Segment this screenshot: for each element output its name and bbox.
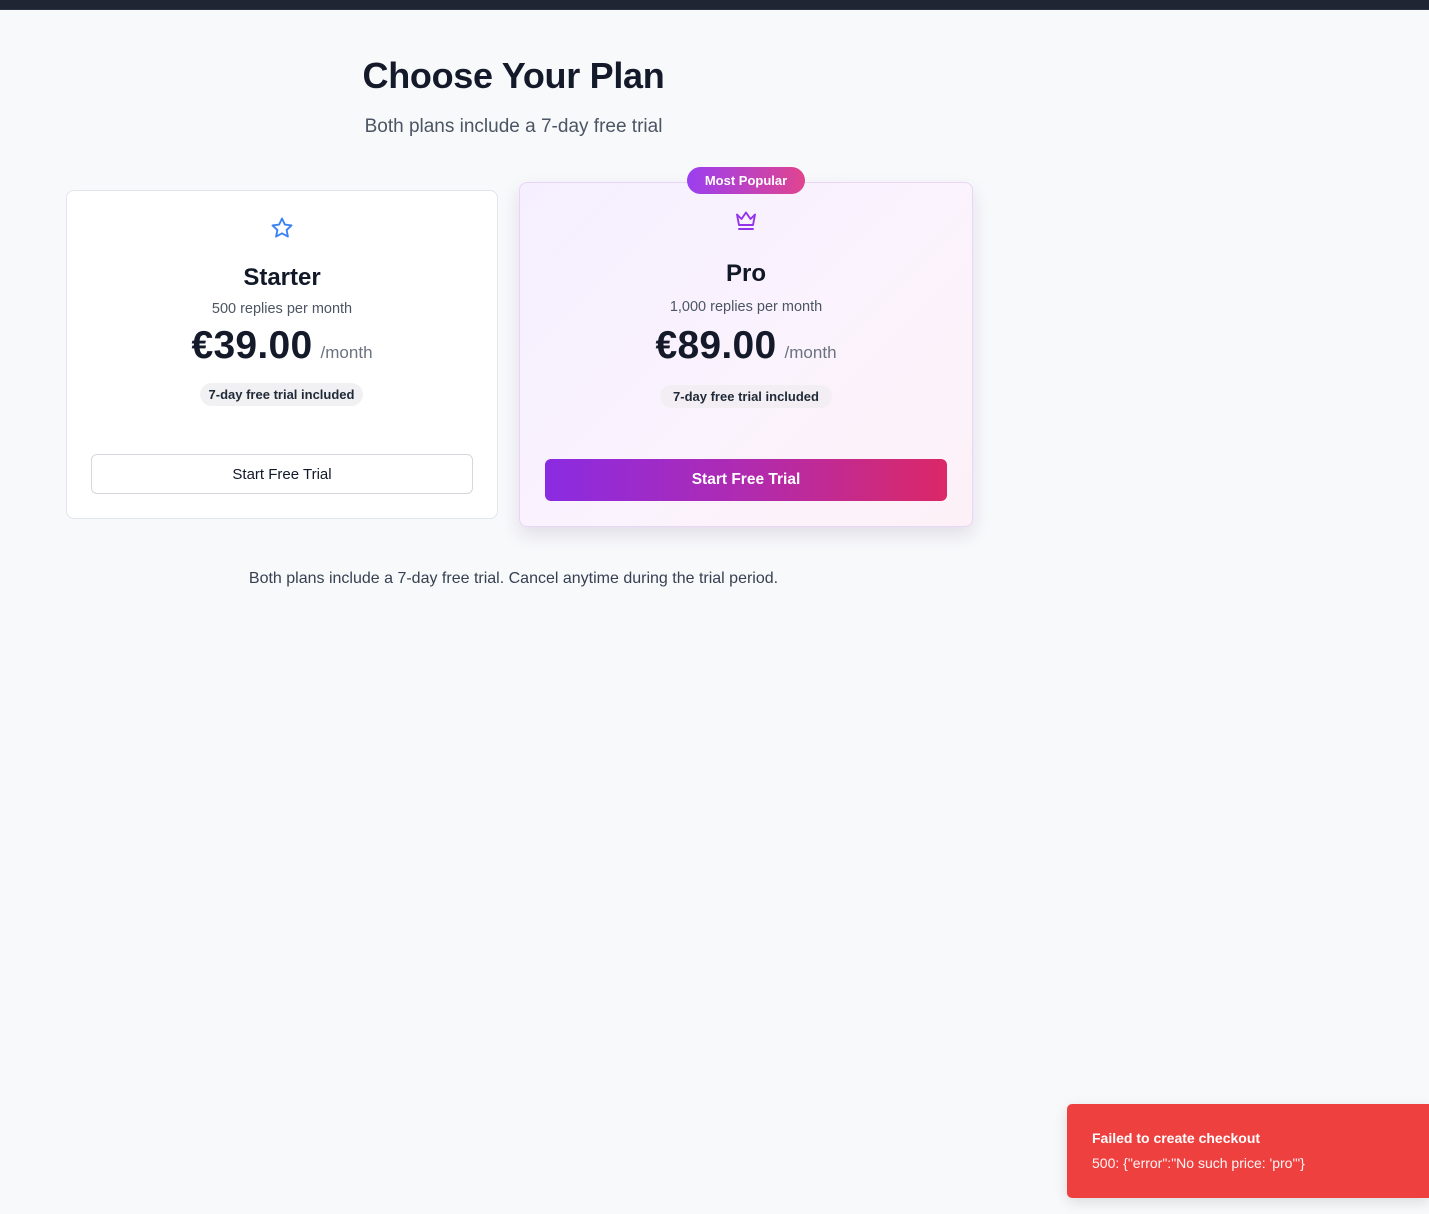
start-free-trial-button[interactable]: Start Free Trial [91, 454, 473, 494]
price-period: /month [320, 343, 373, 362]
star-icon [269, 215, 295, 241]
most-popular-badge: Most Popular [687, 167, 805, 194]
plan-card-starter: Starter 500 replies per month €39.00 /mo… [66, 190, 498, 519]
price-period: /month [784, 343, 837, 362]
toast-message: 500: {"error":"No such price: 'pro'"} [1092, 1155, 1305, 1171]
toast-title: Failed to create checkout [1092, 1130, 1261, 1146]
plan-replies: 1,000 replies per month [669, 299, 823, 315]
plan-replies: 500 replies per month [211, 301, 353, 317]
plan-price: €39.00 [191, 324, 313, 367]
trial-badge: 7-day free trial included [200, 383, 363, 406]
top-bar [0, 0, 1429, 10]
start-free-trial-button[interactable]: Start Free Trial [545, 459, 947, 501]
page-title: Choose Your Plan [362, 55, 665, 96]
plan-name: Pro [725, 260, 766, 287]
price-row: €89.00 /month [520, 324, 972, 368]
page-subtitle: Both plans include a 7-day free trial [364, 116, 663, 137]
price-row: €39.00 /month [67, 324, 497, 368]
plan-name: Starter [243, 264, 321, 291]
trial-badge: 7-day free trial included [660, 385, 832, 408]
crown-icon [733, 209, 759, 233]
plan-card-pro: Pro 1,000 replies per month €89.00 /mont… [519, 182, 973, 527]
plan-price: €89.00 [655, 324, 777, 367]
footer-note: Both plans include a 7-day free trial. C… [248, 570, 779, 587]
error-toast[interactable]: Failed to create checkout 500: {"error":… [1067, 1104, 1429, 1198]
